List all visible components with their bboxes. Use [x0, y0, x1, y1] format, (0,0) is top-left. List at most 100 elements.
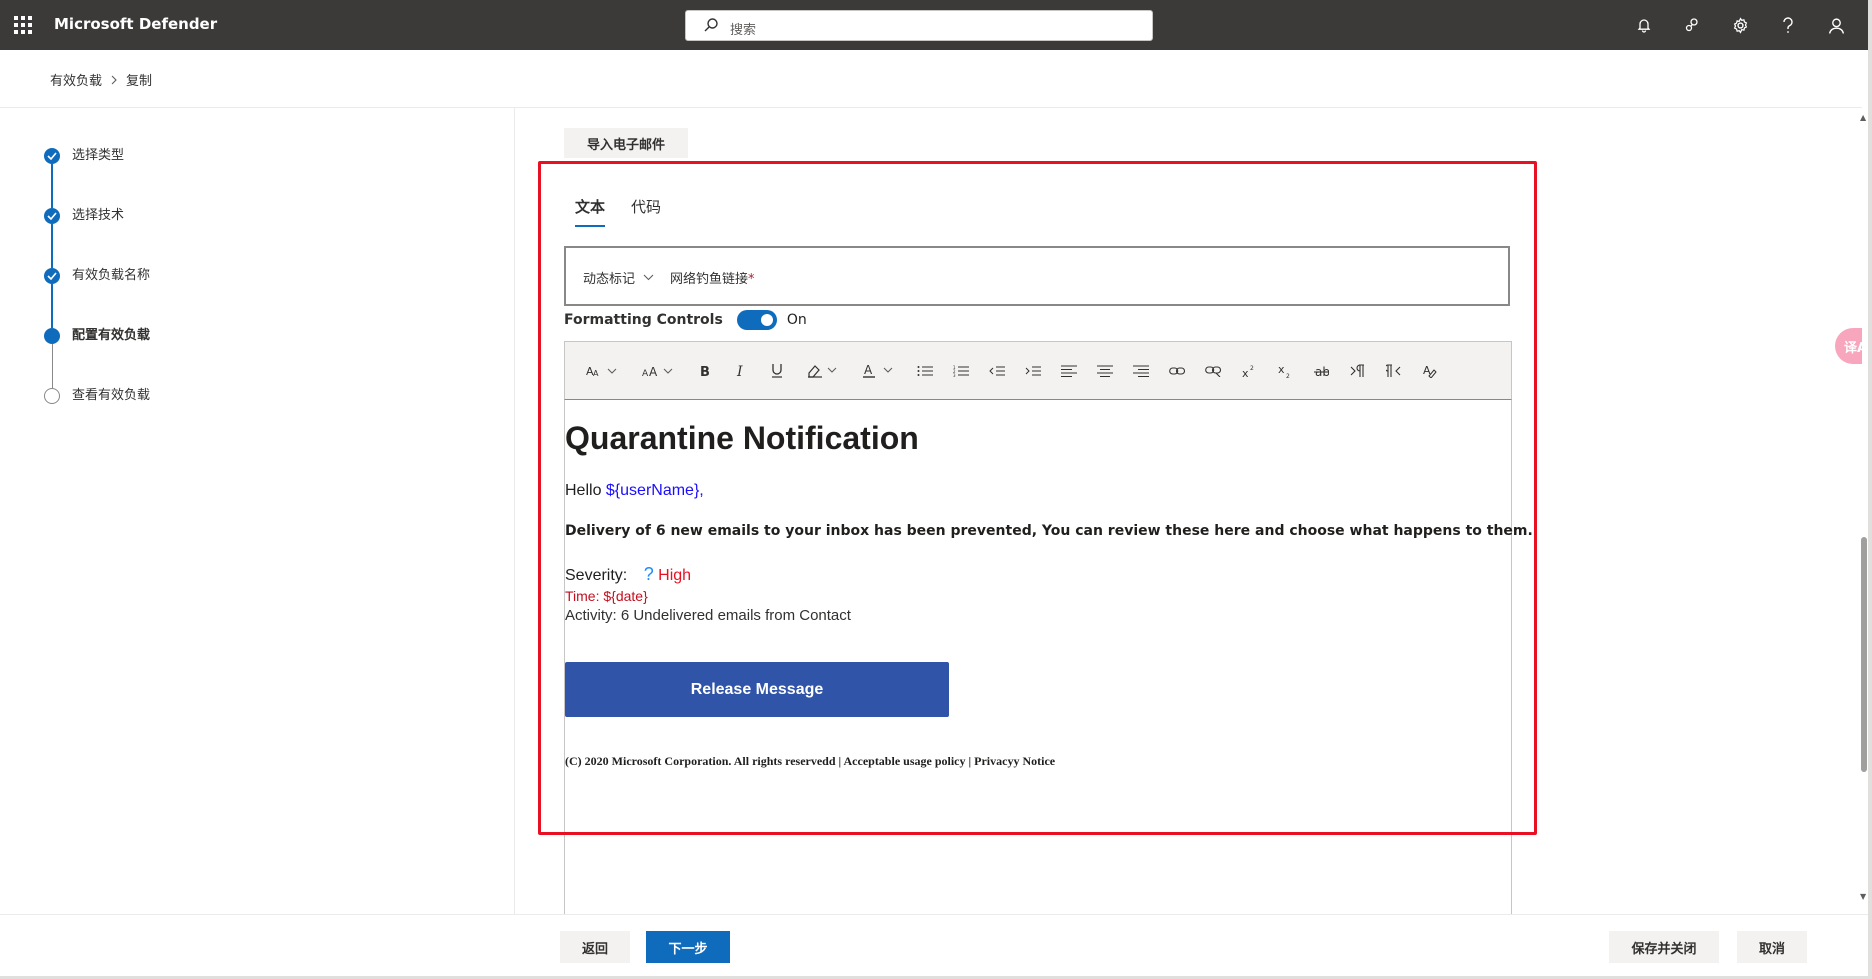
severity-label: Severity:: [565, 567, 628, 584]
step-select-type[interactable]: 选择类型: [44, 148, 150, 208]
formatting-label: Formatting Controls: [564, 312, 723, 328]
italic-button[interactable]: I: [723, 341, 759, 400]
rtl-button[interactable]: [1375, 341, 1411, 400]
question-icon: ?: [643, 564, 654, 584]
email-copyright: (C) 2020 Microsoft Corporation. All righ…: [565, 754, 1056, 768]
rtl-icon: [1385, 363, 1400, 377]
link-icon: [1168, 366, 1185, 375]
email-activity: Activity: 6 Undelivered emails from Cont…: [565, 607, 851, 624]
subscript-icon: x2: [1278, 363, 1290, 378]
notifications-icon[interactable]: [1620, 0, 1668, 50]
step-label: 配置有效负载: [72, 328, 151, 343]
app-title[interactable]: Microsoft Defender: [54, 15, 217, 33]
save-and-close-button[interactable]: 保存并关闭: [1609, 931, 1719, 963]
step-review-payload[interactable]: 查看有效负载: [44, 388, 150, 448]
scroll-up-icon[interactable]: ▲: [1860, 113, 1866, 122]
underline-button[interactable]: [759, 341, 795, 400]
superscript-icon: x2: [1242, 365, 1254, 378]
next-button[interactable]: 下一步: [646, 931, 730, 963]
back-button[interactable]: 返回: [560, 931, 630, 963]
step-connector: [51, 224, 53, 268]
indent-icon: [1025, 366, 1041, 375]
decrease-indent-button[interactable]: [979, 341, 1015, 400]
strikethrough-button[interactable]: ab: [1303, 341, 1339, 400]
cancel-button[interactable]: 取消: [1737, 931, 1807, 963]
import-email-button[interactable]: 导入电子邮件: [564, 128, 688, 158]
help-icon[interactable]: [1764, 0, 1812, 50]
remove-link-button[interactable]: [1195, 341, 1231, 400]
phishing-link-button[interactable]: 网络钓鱼链接*: [670, 268, 755, 287]
underline-icon: [772, 364, 782, 378]
font-dropdown[interactable]: AA: [575, 341, 631, 400]
footer-divider: [0, 914, 1868, 915]
svg-text:A: A: [649, 365, 658, 378]
highlight-dropdown[interactable]: [795, 341, 851, 400]
dynamic-tag-dropdown[interactable]: 动态标记: [583, 268, 654, 287]
search-icon: [704, 18, 718, 32]
breadcrumb-payloads[interactable]: 有效负载: [50, 70, 102, 89]
subscript-button[interactable]: x2: [1267, 341, 1303, 400]
clear-format-icon: A: [1423, 364, 1437, 378]
insert-link-button[interactable]: [1159, 341, 1195, 400]
svg-text:A: A: [642, 369, 649, 378]
step-select-technique[interactable]: 选择技术: [44, 208, 150, 268]
scrollbar-thumb[interactable]: [1861, 537, 1867, 772]
search-box[interactable]: 搜索: [685, 10, 1153, 41]
app-launcher-icon[interactable]: [12, 14, 34, 36]
step-payload-name[interactable]: 有效负载名称: [44, 268, 150, 328]
step-pending-icon: [44, 388, 60, 404]
editor-tabs: 文本 代码: [575, 196, 661, 227]
align-center-button[interactable]: [1087, 341, 1123, 400]
breadcrumb-copy: 复制: [126, 74, 153, 89]
tab-text[interactable]: 文本: [575, 196, 606, 227]
email-greeting: Hello ${userName},: [565, 482, 704, 500]
align-right-button[interactable]: [1123, 341, 1159, 400]
chevron-down-icon: [643, 274, 654, 281]
email-severity: Severity: ? High: [565, 564, 691, 585]
severity-value: High: [658, 567, 692, 584]
increase-indent-button[interactable]: [1015, 341, 1051, 400]
step-configure-payload[interactable]: 配置有效负载: [44, 328, 150, 388]
release-message-button[interactable]: Release Message: [565, 662, 949, 717]
bullet-list-button[interactable]: [907, 341, 943, 400]
superscript-button[interactable]: x2: [1231, 341, 1267, 400]
dynamic-tag-bar: 动态标记 网络钓鱼链接*: [564, 246, 1510, 306]
ltr-icon: [1350, 363, 1364, 377]
formatting-toggle[interactable]: [736, 310, 777, 330]
step-current-icon: [44, 328, 60, 344]
align-left-button[interactable]: [1051, 341, 1087, 400]
phishing-link-label: 网络钓鱼链接: [670, 272, 749, 287]
clear-format-button[interactable]: A: [1411, 341, 1447, 400]
toggle-knob: [760, 314, 773, 326]
bold-button[interactable]: B: [687, 341, 723, 400]
account-icon[interactable]: [1812, 0, 1860, 50]
email-title: Quarantine Notification: [565, 420, 919, 456]
ltr-button[interactable]: [1339, 341, 1375, 400]
font-size-dropdown[interactable]: AA: [631, 341, 687, 400]
svg-text:I: I: [736, 364, 743, 378]
tab-code[interactable]: 代码: [631, 196, 661, 227]
date-variable: ${date}: [603, 588, 648, 604]
font-color-dropdown[interactable]: A: [851, 341, 907, 400]
settings-gear-icon[interactable]: [1716, 0, 1764, 50]
dynamic-tag-label: 动态标记: [583, 272, 636, 287]
numbered-list-icon: 123: [953, 365, 969, 377]
step-complete-icon: [44, 148, 60, 164]
step-label: 选择类型: [72, 148, 125, 163]
svg-text:A: A: [864, 363, 873, 377]
align-center-icon: [1097, 365, 1113, 377]
align-left-icon: [1061, 365, 1077, 377]
top-actions: [1620, 0, 1860, 50]
svg-text:2: 2: [1286, 373, 1290, 378]
numbered-list-button[interactable]: 123: [943, 341, 979, 400]
community-icon[interactable]: [1668, 0, 1716, 50]
scroll-down-icon[interactable]: ▼: [1860, 892, 1866, 901]
breadcrumb: 有效负载 复制: [50, 70, 152, 89]
outdent-icon: [989, 366, 1005, 375]
font-color-icon: A: [863, 363, 893, 378]
strikethrough-icon: ab: [1313, 365, 1329, 378]
unlink-icon: [1204, 365, 1221, 377]
wizard-steps: 选择类型 选择技术 有效负载名称 配置有效负载 查看有效负载: [44, 148, 150, 448]
email-body-editor[interactable]: [564, 400, 1512, 914]
panel-divider: [514, 108, 515, 914]
